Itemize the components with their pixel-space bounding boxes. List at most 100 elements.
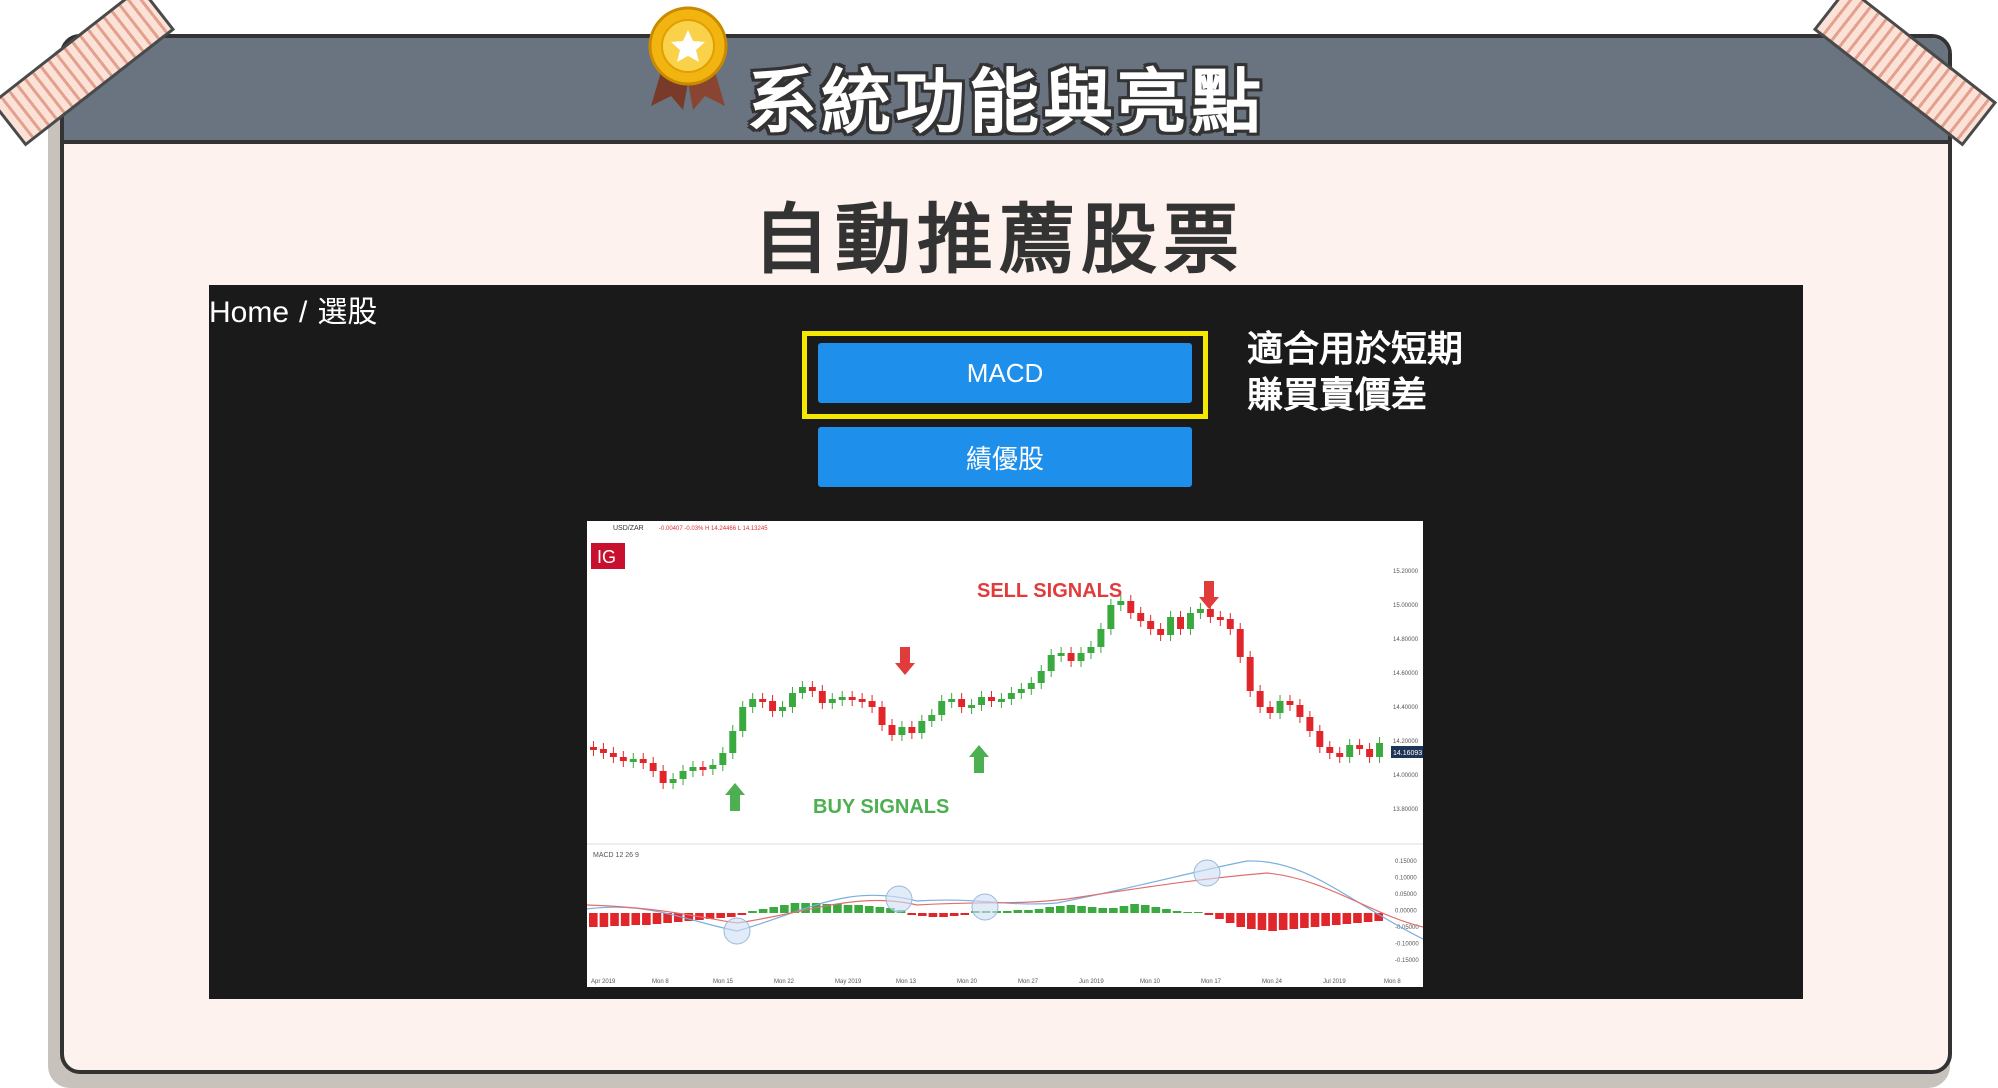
candle-body — [818, 691, 826, 703]
macd-bar — [780, 905, 789, 913]
candle-body — [609, 753, 617, 757]
candle-body — [1346, 745, 1354, 757]
candle-body — [1167, 617, 1175, 635]
candle-body — [1296, 705, 1304, 717]
macd-bar — [748, 911, 757, 913]
macd-tick: 0.10000 — [1395, 876, 1417, 882]
macd-bar — [610, 913, 619, 926]
macd-bar — [1066, 905, 1076, 913]
macd-bar — [1162, 909, 1171, 913]
candle-body — [1107, 605, 1115, 629]
candle-body — [759, 699, 767, 702]
candle-body — [1356, 745, 1364, 749]
candle-body — [1316, 731, 1324, 747]
macd-bar — [1268, 913, 1277, 931]
time-tick: Jun 2019 — [1079, 979, 1104, 985]
macd-bar — [1119, 906, 1129, 913]
candle-body — [928, 715, 936, 721]
candle-body — [1047, 655, 1055, 671]
macd-bar — [1310, 913, 1320, 927]
candle-body — [1246, 657, 1254, 691]
macd-bar — [1002, 911, 1012, 913]
time-tick: Mon 8 — [652, 979, 669, 985]
macd-bar — [1183, 912, 1192, 913]
candle-body — [958, 699, 966, 707]
candle-body — [798, 687, 806, 693]
candle-body — [997, 699, 1005, 702]
candle-body — [1236, 629, 1244, 657]
breadcrumb: Home / 選股 — [209, 287, 377, 331]
candle-body — [908, 727, 916, 733]
macd-bar — [1193, 912, 1203, 913]
macd-bar — [599, 913, 609, 927]
section-title: 自動推薦股票 — [753, 195, 1245, 284]
candle-body — [1077, 653, 1085, 661]
candle-body — [1057, 653, 1065, 656]
macd-bar — [1257, 913, 1267, 930]
candle-body — [659, 771, 667, 783]
candle-body — [1027, 683, 1035, 689]
candle-body — [1087, 647, 1095, 653]
macd-bar — [716, 913, 725, 918]
candle-body — [619, 757, 627, 761]
candle-body — [968, 705, 976, 708]
candle-body — [1137, 613, 1145, 621]
candle-body — [1187, 613, 1194, 629]
macd-bar — [1172, 911, 1182, 913]
time-tick: Mon 17 — [1201, 979, 1222, 985]
candle-body — [838, 697, 846, 700]
candle-body — [898, 727, 906, 735]
candle-body — [739, 707, 747, 731]
candle-body — [599, 749, 607, 753]
breadcrumb-home[interactable]: Home — [209, 296, 289, 329]
macd-bar — [631, 913, 641, 925]
price-tick: 14.40000 — [1393, 705, 1419, 711]
candle-body — [868, 701, 876, 707]
candle-body — [1366, 749, 1374, 757]
macd-bar — [769, 907, 779, 913]
macd-bar — [642, 913, 651, 925]
macd-bar — [1140, 905, 1150, 913]
blue-chip-button[interactable]: 績優股 — [818, 427, 1192, 487]
macd-bar — [1024, 910, 1033, 913]
macd-button[interactable]: MACD — [818, 343, 1192, 403]
macd-chart-image: USD/ZAR -0.00407 -0.03% H 14.24466 L 14.… — [587, 521, 1423, 987]
candle-body — [1256, 691, 1264, 707]
macd-bar — [1353, 913, 1362, 923]
macd-bar — [939, 913, 948, 917]
macd-bar — [758, 909, 768, 913]
macd-bar — [949, 913, 959, 916]
macd-bar — [1278, 913, 1288, 930]
macd-tick: -0.10000 — [1395, 942, 1419, 948]
candle-body — [729, 731, 737, 753]
chart-symbol: USD/ZAR — [613, 525, 644, 532]
macd-bar — [1342, 913, 1352, 924]
candle-body — [1196, 609, 1204, 613]
time-tick: Jul 2019 — [1323, 979, 1346, 985]
buy-signals-label: BUY SIGNALS — [813, 796, 949, 818]
note-line-1: 適合用於短期 — [1247, 329, 1464, 370]
price-tick: 14.80000 — [1393, 637, 1419, 643]
candle-body — [1037, 671, 1045, 683]
macd-bar — [1321, 913, 1330, 926]
macd-tick: 0.00000 — [1395, 909, 1417, 915]
candle-body — [1326, 747, 1334, 753]
price-tick: 14.60000 — [1393, 671, 1419, 677]
macd-bar — [1215, 913, 1224, 919]
macd-bar — [1300, 913, 1309, 928]
macd-bar — [1087, 907, 1097, 913]
price-tick: 14.00000 — [1393, 773, 1419, 779]
macd-bar — [737, 913, 747, 915]
candle-body — [779, 707, 786, 711]
candle-body — [848, 697, 856, 700]
note-text: 適合用於短期 賺買賣價差 — [1247, 327, 1463, 419]
candle-body — [988, 697, 995, 701]
macd-bar — [875, 907, 885, 913]
macd-indicator-label: MACD 12 26 9 — [593, 852, 639, 859]
macd-bar — [833, 904, 842, 913]
macd-bar — [1331, 913, 1341, 925]
candle-body — [1216, 617, 1224, 620]
breadcrumb-separator: / — [299, 296, 308, 329]
candle-body — [669, 779, 677, 783]
candle-body — [1286, 701, 1294, 705]
